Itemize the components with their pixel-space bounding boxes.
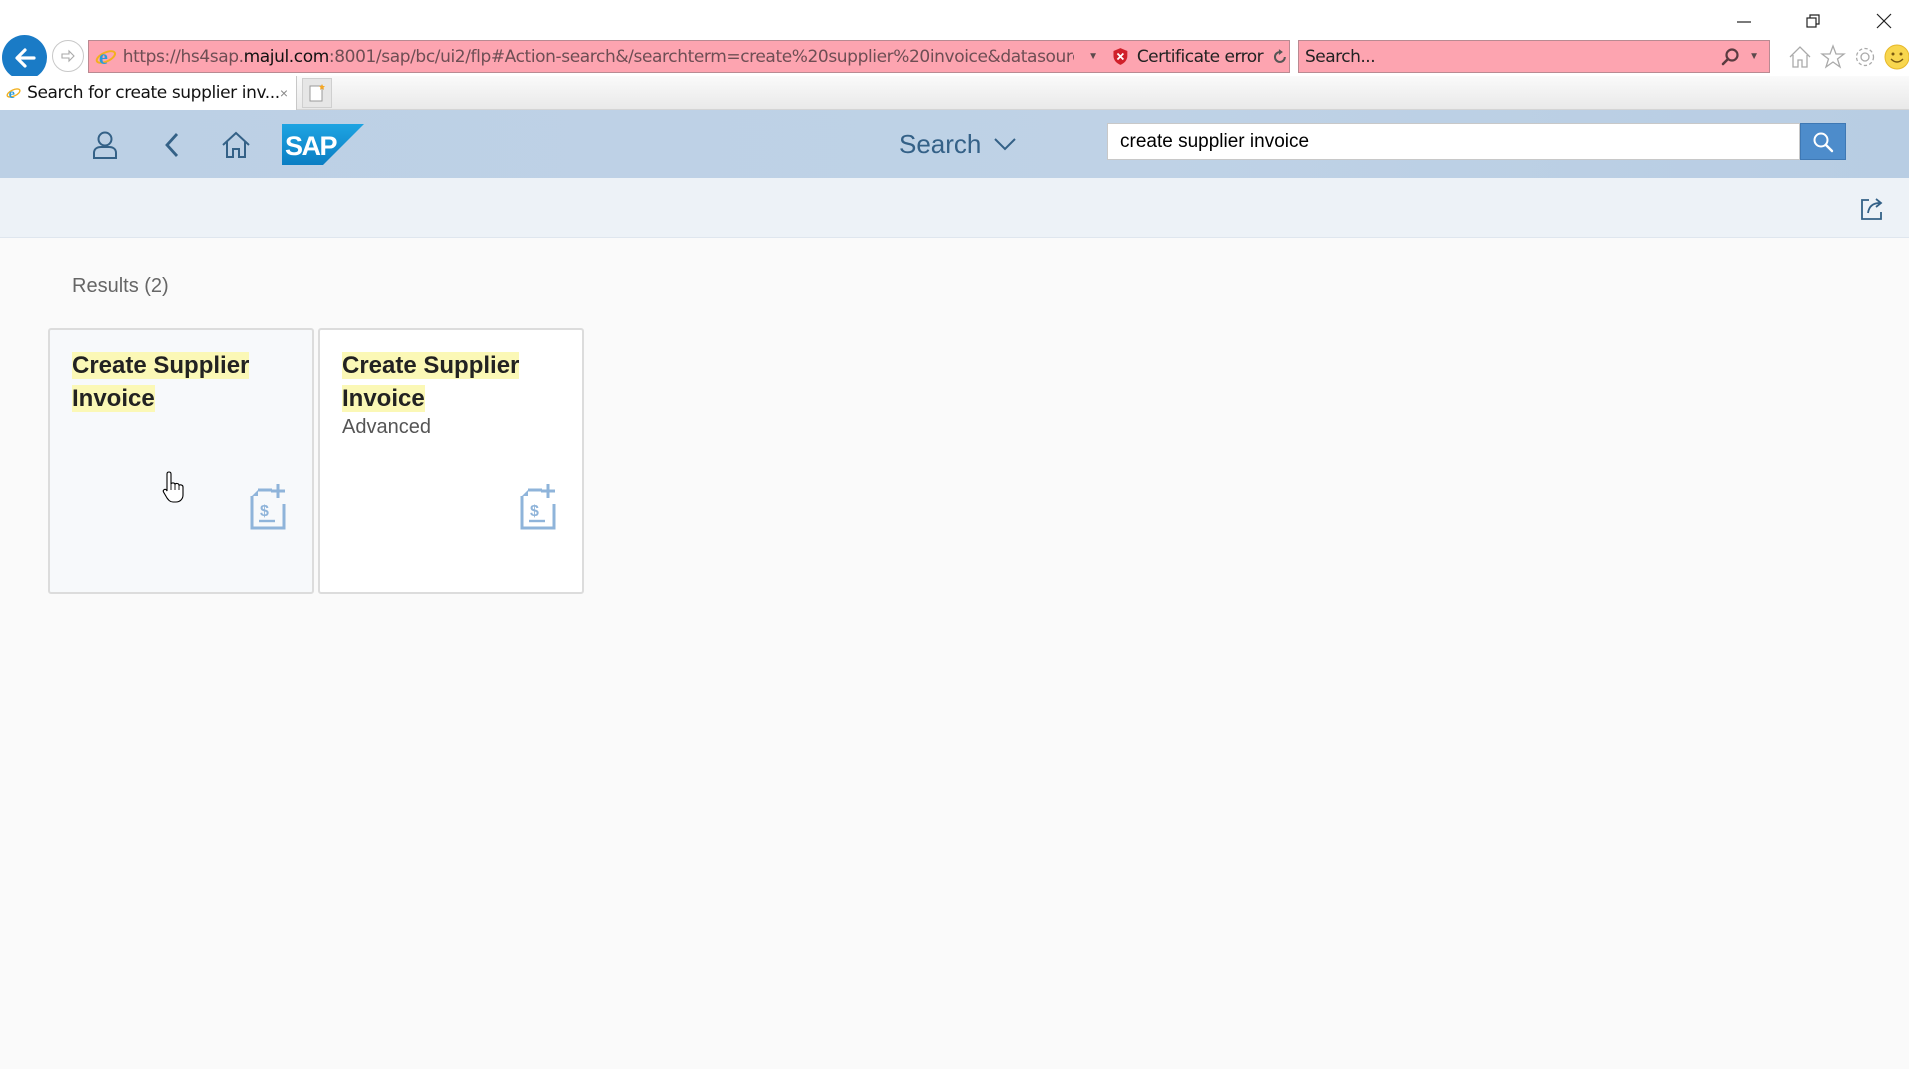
url-dropdown-icon[interactable]: ▼ xyxy=(1088,51,1098,62)
minimize-icon xyxy=(1737,21,1751,23)
sap-logo[interactable]: SAP xyxy=(282,124,364,165)
home-nav-button[interactable] xyxy=(218,127,254,163)
arrow-left-icon xyxy=(14,47,36,68)
home-icon xyxy=(222,131,250,158)
chevron-left-icon xyxy=(165,133,179,157)
ie-logo-icon: e xyxy=(95,46,117,68)
tab-title: Search for create supplier inv... xyxy=(27,83,280,103)
search-scope-select[interactable]: Search xyxy=(899,126,1017,162)
tile-title-highlight: Invoice xyxy=(342,385,425,412)
tab-strip: e Search for create supplier inv... × xyxy=(0,76,1909,110)
tab-active[interactable]: e Search for create supplier inv... × xyxy=(0,76,297,110)
ie-logo-icon: e xyxy=(6,86,21,101)
feedback-smiley-icon xyxy=(1884,44,1909,70)
share-export-icon xyxy=(1861,198,1883,220)
create-supplier-invoice-icon: $ xyxy=(250,484,286,530)
arrow-right-icon xyxy=(61,49,75,63)
result-tile[interactable]: Create Supplier Invoice $ xyxy=(48,328,314,594)
shell-header: SAP Search xyxy=(0,110,1909,178)
restore-icon xyxy=(1806,14,1820,28)
search-icon xyxy=(1813,132,1834,152)
svg-text:e: e xyxy=(9,86,15,101)
settings-gear-icon xyxy=(1855,47,1875,67)
search-button[interactable] xyxy=(1800,123,1846,160)
create-supplier-invoice-icon: $ xyxy=(520,484,556,530)
results-toolbar xyxy=(0,178,1909,238)
tools-button[interactable] xyxy=(1850,42,1880,72)
tile-title-highlight: Create Supplier xyxy=(342,352,520,379)
search-provider-dropdown-icon[interactable]: ▼ xyxy=(1749,51,1759,62)
refresh-icon[interactable] xyxy=(1271,48,1289,66)
minimize-button[interactable] xyxy=(1724,8,1764,34)
tile-title-highlight: Invoice xyxy=(72,385,155,412)
tile-title-highlight: Create Supplier xyxy=(72,352,250,379)
back-button[interactable] xyxy=(2,35,47,80)
user-icon xyxy=(93,131,117,159)
favorites-star-icon xyxy=(1820,44,1846,69)
new-tab-button[interactable] xyxy=(302,78,332,108)
svg-text:$: $ xyxy=(260,503,269,520)
sap-logo-text: SAP xyxy=(285,131,338,161)
home-icon xyxy=(1789,46,1811,68)
url-prefix: https://hs4sap. xyxy=(122,46,244,67)
close-icon xyxy=(1876,13,1892,29)
url-text[interactable]: https://hs4sap.majul.com:8001/sap/bc/ui2… xyxy=(123,47,1074,67)
back-nav-button[interactable] xyxy=(154,127,190,163)
home-button[interactable] xyxy=(1785,42,1815,72)
restore-button[interactable] xyxy=(1793,8,1833,34)
hand-cursor-icon xyxy=(162,471,184,503)
browser-chrome: e https://hs4sap.majul.com:8001/sap/bc/u… xyxy=(0,0,1909,110)
chevron-down-icon xyxy=(994,138,1017,151)
address-bar[interactable]: e https://hs4sap.majul.com:8001/sap/bc/u… xyxy=(88,40,1290,73)
tile-subtitle: Advanced xyxy=(342,416,431,438)
user-menu-button[interactable] xyxy=(87,127,123,163)
browser-search-placeholder: Search... xyxy=(1305,46,1376,67)
certificate-error-label[interactable]: Certificate error xyxy=(1137,47,1264,67)
search-magnifier-icon[interactable] xyxy=(1721,47,1741,67)
results-count-label: Results (2) xyxy=(72,275,169,297)
tab-close-icon[interactable]: × xyxy=(280,85,288,101)
search-scope-label: Search xyxy=(899,128,982,159)
svg-text:$: $ xyxy=(530,503,539,520)
new-tab-icon xyxy=(309,84,325,102)
url-domain: majul.com xyxy=(243,46,330,67)
favorites-button[interactable] xyxy=(1818,42,1848,72)
browser-search-box[interactable]: Search... ▼ xyxy=(1298,40,1770,73)
close-window-button[interactable] xyxy=(1864,8,1904,34)
tile-title: Create Supplier Invoice xyxy=(342,349,572,415)
search-input[interactable] xyxy=(1107,123,1800,160)
tile-title: Create Supplier Invoice xyxy=(72,349,302,415)
certificate-error-shield-icon[interactable] xyxy=(1112,47,1129,66)
feedback-button[interactable] xyxy=(1882,42,1909,72)
share-button[interactable] xyxy=(1856,193,1888,225)
result-tile[interactable]: Create Supplier Invoice Advanced $ xyxy=(318,328,584,594)
forward-button[interactable] xyxy=(52,40,84,72)
svg-text:e: e xyxy=(99,46,108,67)
url-path: :8001/sap/bc/ui2/flp#Action-search&/sear… xyxy=(328,46,1075,67)
